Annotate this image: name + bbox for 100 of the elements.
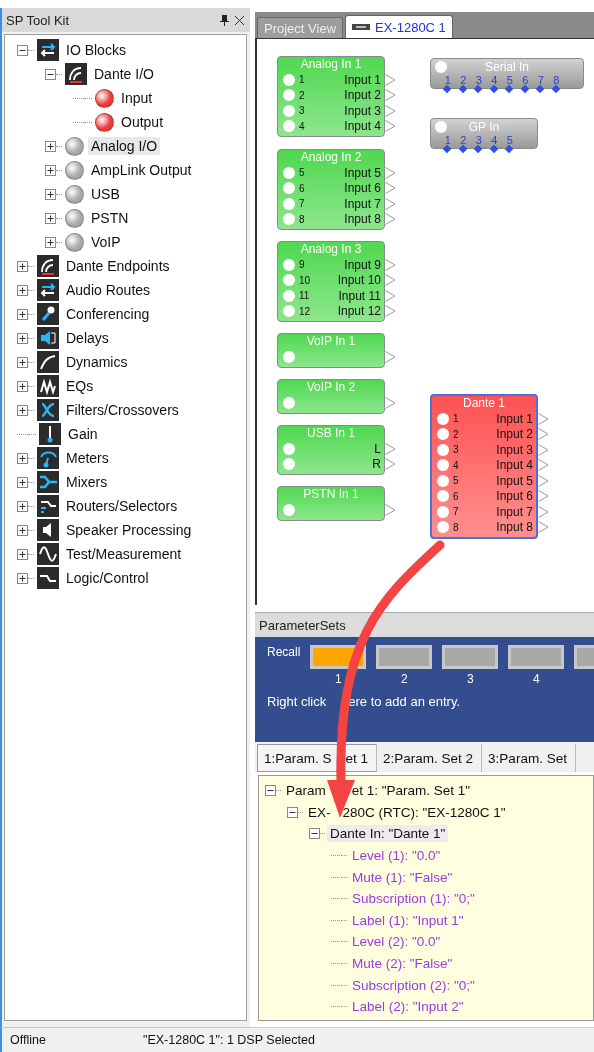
input-port-icon[interactable] [437,505,449,518]
control-block[interactable]: Serial In 1 2 3 4 5 6 7 8 [430,58,584,89]
tree-item[interactable]: Subscription (2): "0;" [352,977,475,993]
input-port-icon[interactable] [283,258,295,271]
expand-toggle[interactable] [45,212,56,224]
output-port-icon[interactable] [385,289,396,302]
output-port-icon[interactable] [538,428,549,441]
expand-toggle[interactable] [17,476,28,488]
expand-toggle[interactable] [17,380,28,392]
tree-item[interactable]: Subscription (1): "0;" [352,891,475,907]
param-set-tab[interactable]: 2:Param. Set 2 [377,744,483,772]
tree-item[interactable]: Gain [65,425,101,443]
audio-block[interactable]: USB In 1 L R [277,425,385,475]
output-port-icon[interactable] [385,182,396,195]
param-set-tab[interactable]: 1:Param. S et 1 [257,744,378,772]
output-port-icon[interactable] [385,120,396,133]
tree-item[interactable]: Level (2): "0.0" [352,934,441,950]
input-port-icon[interactable] [283,274,295,287]
output-port-icon[interactable] [385,89,396,102]
expand-toggle[interactable] [17,260,28,272]
input-port-icon[interactable] [283,503,295,516]
tree-item[interactable]: VoIP [88,233,124,251]
expand-toggle[interactable] [45,236,56,248]
expand-toggle[interactable] [17,284,28,296]
input-port-icon[interactable] [283,458,295,471]
expand-toggle[interactable] [17,548,28,560]
output-port-icon[interactable] [538,459,549,472]
audio-block[interactable]: Analog In 3 9 Input 9 10 Input 10 11 Input 11 12 Input 12 [277,241,385,322]
expand-toggle[interactable] [45,164,56,176]
collapse-toggle[interactable] [265,785,276,797]
tree-item[interactable]: Input [118,89,156,107]
tree-item[interactable]: Label (1): "Input 1" [352,912,464,928]
tree-item[interactable]: Dynamics [63,353,131,371]
tree-item[interactable]: Analog I/O [88,137,161,155]
output-port-icon[interactable] [538,443,549,456]
input-port-icon[interactable] [283,166,295,179]
input-port-icon[interactable] [283,305,295,318]
output-port-icon[interactable] [385,503,396,516]
tree-item[interactable]: Routers/Selectors [63,497,181,515]
tree-item[interactable]: Mixers [63,473,111,491]
expand-toggle[interactable] [45,188,56,200]
recall-slot[interactable] [376,645,433,669]
output-port-icon[interactable] [385,305,396,318]
output-port-icon[interactable] [385,104,396,117]
tree-item[interactable]: USB [88,185,123,203]
audio-block[interactable]: Analog In 2 5 Input 5 6 Input 6 7 Input 7 8 Input 8 [277,149,385,230]
tree-item[interactable]: Delays [63,329,112,347]
expand-toggle[interactable] [17,356,28,368]
expand-toggle[interactable] [17,572,28,584]
output-port-icon[interactable] [385,258,396,271]
input-port-icon[interactable] [283,213,295,226]
audio-block[interactable]: Dante 1 1 Input 1 2 Input 2 3 Input 3 4 Input 4 5 Input 5 6 Input 6 7 Input 7 8 Input 8 [430,394,538,539]
collapse-toggle[interactable] [287,806,298,818]
pin-icon[interactable] [220,14,229,26]
tree-item[interactable]: Param [286,783,326,799]
expand-toggle[interactable] [17,500,28,512]
expand-toggle[interactable] [45,140,56,152]
output-port-icon[interactable] [385,73,396,86]
tree-item[interactable]: Audio Routes [63,281,154,299]
tree-item[interactable]: Mute (2): "False" [352,956,453,972]
recall-slot[interactable] [508,645,565,669]
expand-toggle[interactable] [17,452,28,464]
tree-item[interactable]: Logic/Control [63,569,152,587]
tree-item[interactable]: Output [118,113,167,131]
input-port-icon[interactable] [283,442,295,455]
input-port-icon[interactable] [437,443,449,456]
input-port-icon[interactable] [283,73,295,86]
expand-toggle[interactable] [17,332,28,344]
output-port-icon[interactable] [385,442,396,455]
input-port-icon[interactable] [283,197,295,210]
expand-toggle[interactable] [17,308,28,320]
input-port-icon[interactable] [435,60,447,73]
input-port-icon[interactable] [437,474,449,487]
tree-item[interactable]: Label (2): "Input 2" [352,999,464,1015]
output-port-icon[interactable] [538,505,549,518]
audio-block[interactable]: Analog In 1 1 Input 1 2 Input 2 3 Input 3 4 Input 4 [277,56,385,137]
output-port-icon[interactable] [385,197,396,210]
input-port-icon[interactable] [283,120,295,133]
output-port-icon[interactable] [385,166,396,179]
input-port-icon[interactable] [283,396,295,409]
view-tab[interactable]: EX-1280C 1 [345,15,453,38]
collapse-toggle[interactable] [309,828,320,840]
input-port-icon[interactable] [283,350,295,363]
tree-item[interactable]: Test/Measurement [63,545,185,563]
tree-item[interactable]: Meters [63,449,112,467]
input-port-icon[interactable] [437,459,449,472]
expand-toggle[interactable] [17,404,28,416]
input-port-icon[interactable] [437,521,449,534]
input-port-icon[interactable] [283,89,295,102]
tree-item[interactable]: EX- [308,804,331,820]
input-port-icon[interactable] [283,182,295,195]
tree-item[interactable]: et 1: "Param. Set 1" [351,783,471,799]
tree-item[interactable]: Conferencing [63,305,153,323]
input-port-icon[interactable] [435,120,447,133]
output-port-icon[interactable] [538,490,549,503]
input-port-icon[interactable] [283,104,295,117]
tree-item[interactable]: 280C (RTC): "EX-1280C 1" [342,804,506,820]
output-port-icon[interactable] [385,274,396,287]
collapse-toggle[interactable] [17,44,28,56]
close-icon[interactable] [235,15,244,25]
